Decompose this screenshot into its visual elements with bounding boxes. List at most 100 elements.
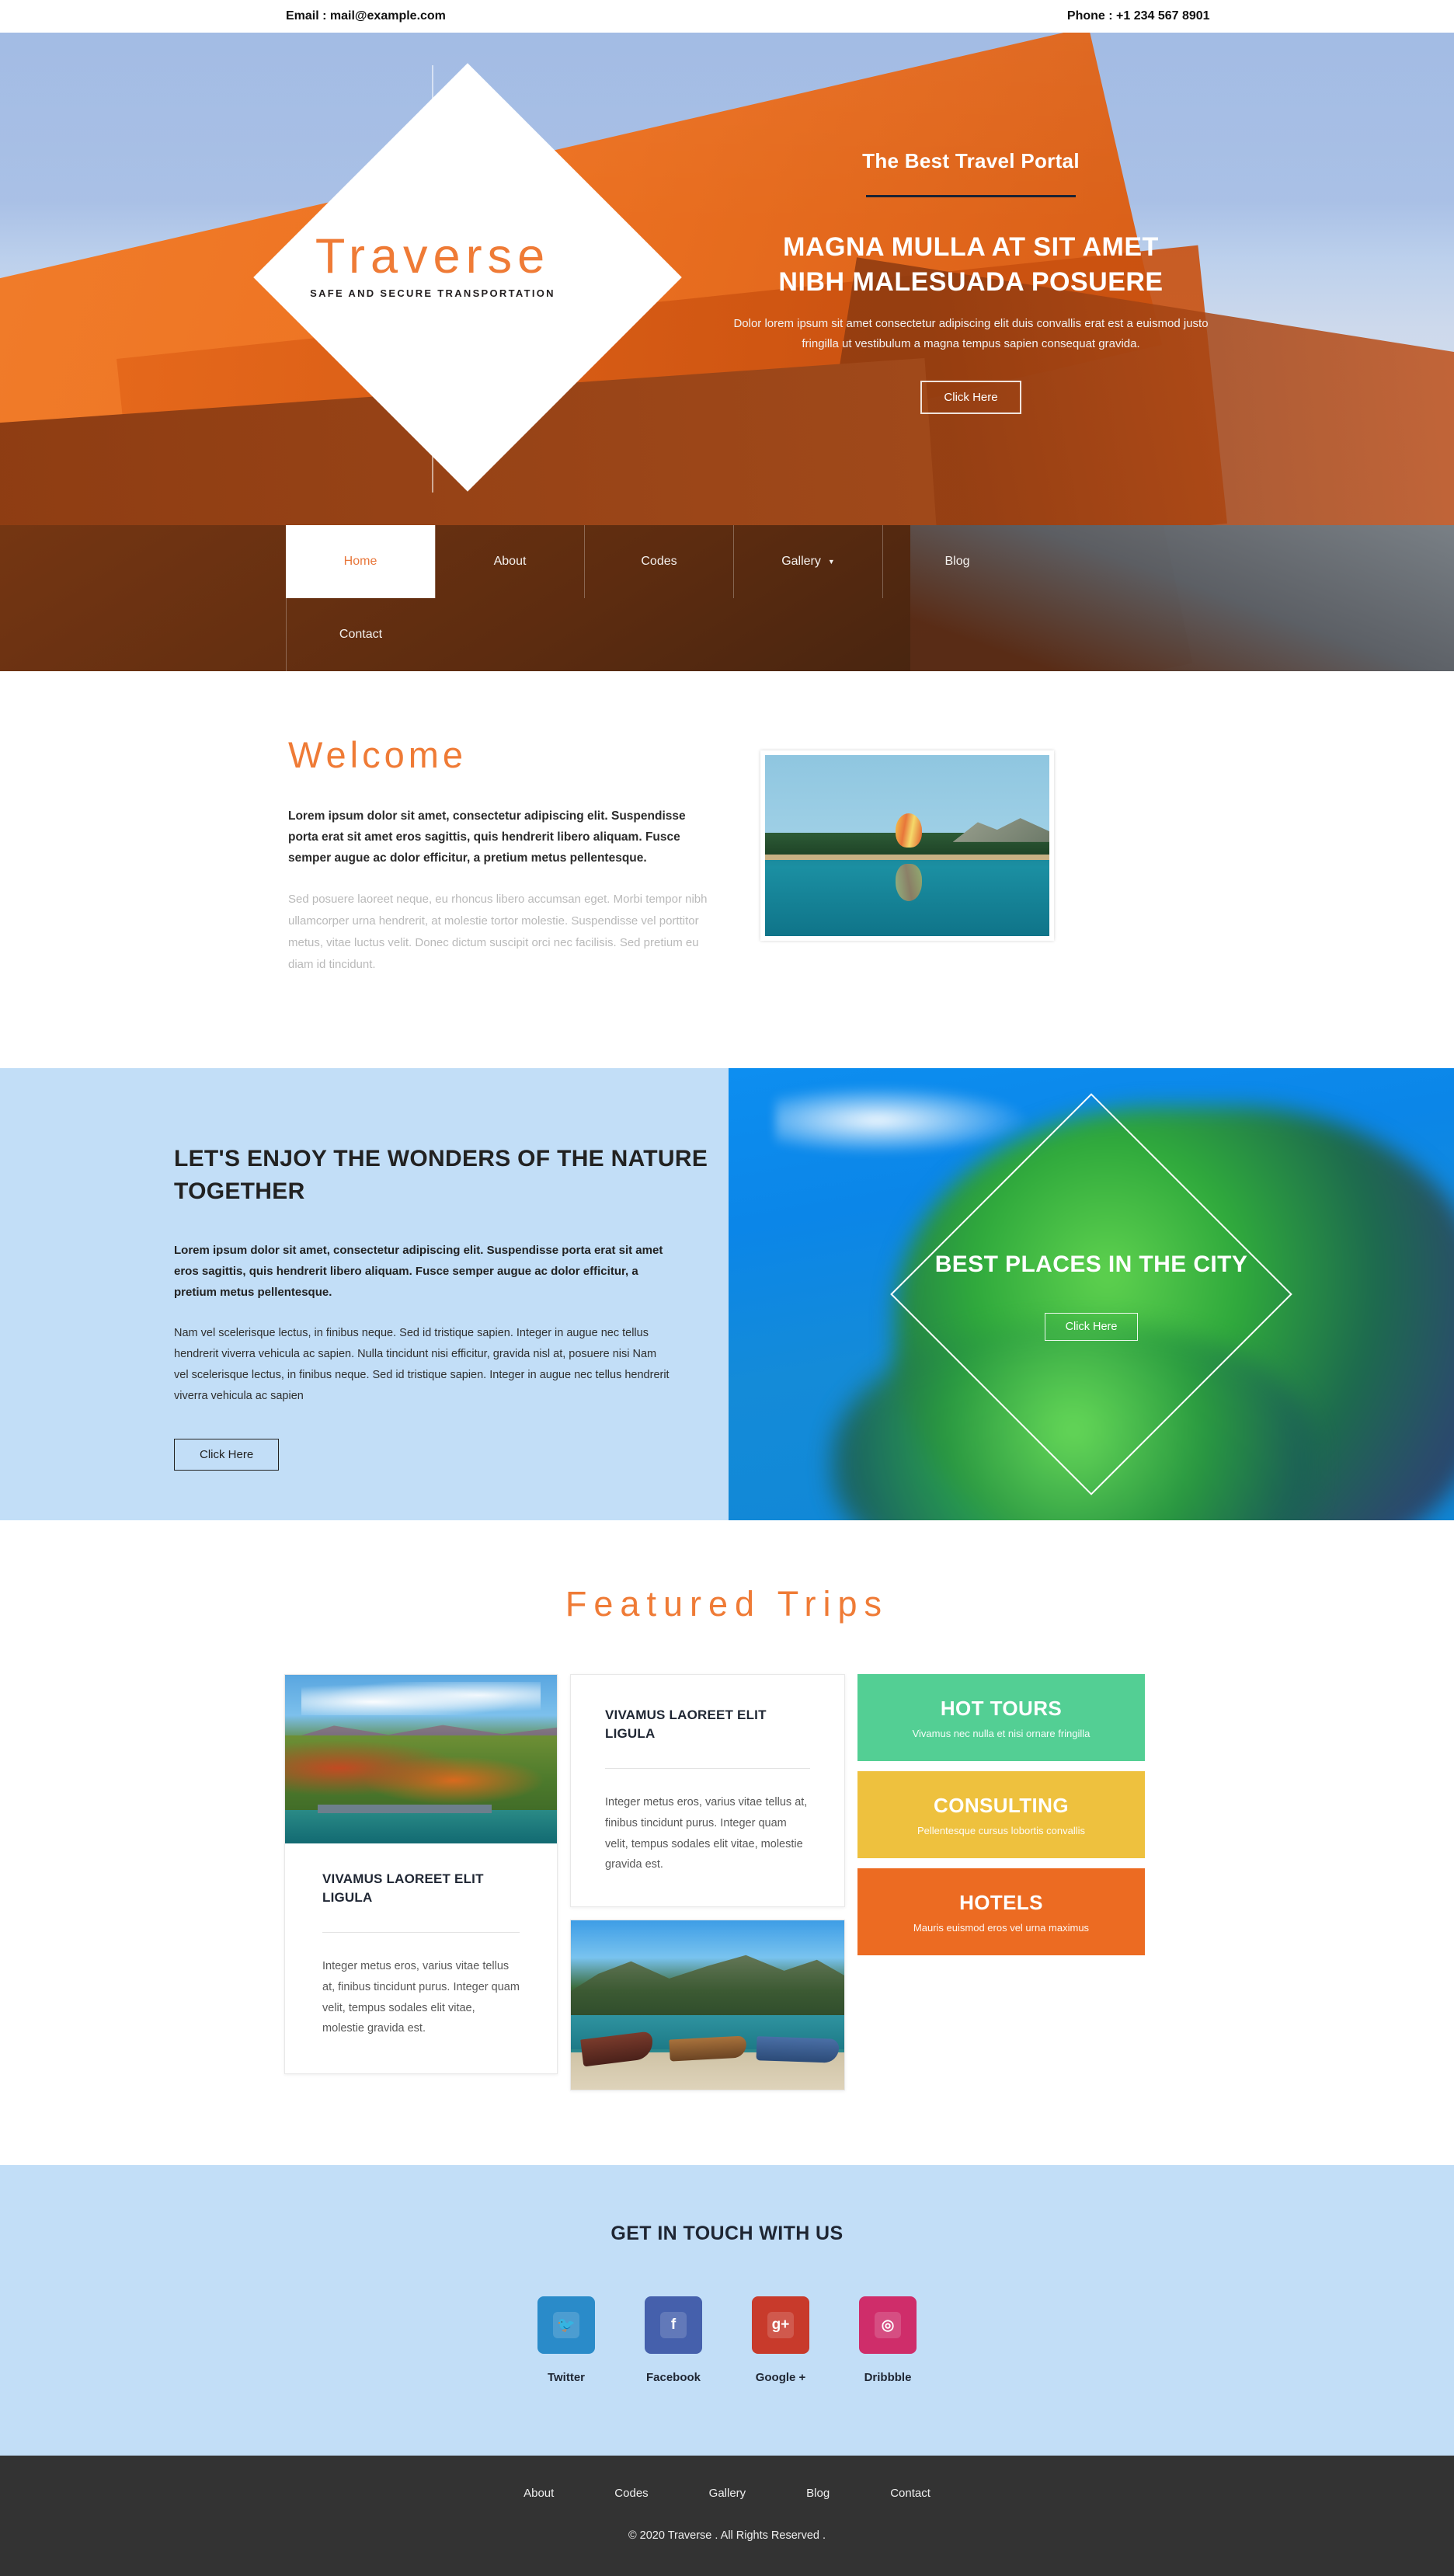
boat-shape-3 xyxy=(756,2035,840,2063)
chevron-down-icon: ▼ xyxy=(827,558,835,566)
footer-navigation: About Codes Gallery Blog Contact xyxy=(0,2487,1454,2500)
trip-card-left-divider xyxy=(322,1931,520,1933)
footer-link-gallery[interactable]: Gallery xyxy=(709,2487,746,2500)
footer-link-contact[interactable]: Contact xyxy=(890,2487,930,2500)
welcome-balloon-image xyxy=(760,750,1054,941)
service-title: CONSULTING xyxy=(934,1793,1069,1817)
social-link-twitter[interactable]: 🐦 Twitter xyxy=(537,2296,595,2384)
social-link-facebook[interactable]: f Facebook xyxy=(645,2296,702,2384)
nav-item-label: About xyxy=(493,555,527,568)
footer-link-codes[interactable]: Codes xyxy=(614,2487,648,2500)
nav-item-label: Contact xyxy=(339,628,383,641)
welcome-image-mountain xyxy=(952,818,1049,842)
social-label: Google + xyxy=(755,2371,806,2385)
trip-card-middle[interactable]: VIVAMUS LAOREET ELIT LIGULA Integer metu… xyxy=(570,1674,845,1908)
trip-card-left[interactable]: VIVAMUS LAOREET ELIT LIGULA Integer metu… xyxy=(284,1674,558,2075)
hero-divider xyxy=(866,195,1076,197)
footer-link-about[interactable]: About xyxy=(524,2487,554,2500)
boat-shape-2 xyxy=(669,2035,746,2062)
welcome-inner: Welcome Lorem ipsum dolor sit amet, cons… xyxy=(280,736,1174,975)
main-navigation: Home About Codes Gallery ▼ Blog Contact xyxy=(0,525,1454,671)
service-box-consulting[interactable]: CONSULTING Pellentesque cursus lobortis … xyxy=(857,1771,1145,1859)
nav-item-label: Blog xyxy=(944,555,970,568)
trip-card-left-text: Integer metus eros, varius vitae tellus … xyxy=(322,1959,520,2035)
trip-card-middle-body: VIVAMUS LAOREET ELIT LIGULA Integer metu… xyxy=(571,1675,844,1906)
hero-heading-line1: MAGNA MULLA AT SIT AMET xyxy=(783,232,1159,262)
nav-item-blog[interactable]: Blog xyxy=(882,525,1031,598)
logo-text-block: Traverse SAFE AND SECURE TRANSPORTATION xyxy=(241,229,624,300)
nav-item-label: Gallery xyxy=(781,555,821,568)
trip-card-middle-text: Integer metus eros, varius vitae tellus … xyxy=(605,1795,808,1871)
autumn-image-bridge xyxy=(318,1805,492,1814)
nav-item-home[interactable]: Home xyxy=(286,525,435,598)
trip-card-middle-image xyxy=(570,1920,845,2091)
wonders-text-panel: LET'S ENJOY THE WONDERS OF THE NATURE TO… xyxy=(0,1068,729,1521)
nav-item-codes[interactable]: Codes xyxy=(584,525,733,598)
promo-cta-button[interactable]: Click Here xyxy=(1044,1313,1139,1342)
wonders-body-paragraph: Nam vel scelerisque lectus, in finibus n… xyxy=(174,1327,670,1402)
wonders-lead-paragraph: Lorem ipsum dolor sit amet, consectetur … xyxy=(174,1244,663,1300)
hero-paragraph: Dolor lorem ipsum sit amet consectetur a… xyxy=(733,316,1209,350)
top-contact-bar: Email : mail@example.com Phone : +1 234 … xyxy=(0,0,1454,33)
trip-card-left-title: VIVAMUS LAOREET ELIT LIGULA xyxy=(322,1871,484,1906)
top-email[interactable]: Email : mail@example.com xyxy=(286,9,446,23)
hero-banner: Traverse SAFE AND SECURE TRANSPORTATION … xyxy=(0,33,1454,525)
trip-card-left-image xyxy=(285,1675,557,1844)
logo-name: Traverse xyxy=(315,229,551,284)
service-subtitle: Mauris euismod eros vel urna maximus xyxy=(913,1921,1090,1934)
social-link-dribbble[interactable]: ◎ Dribbble xyxy=(859,2296,917,2384)
dribbble-button[interactable]: ◎ xyxy=(859,2296,917,2355)
service-title: HOT TOURS xyxy=(940,1696,1063,1720)
site-footer: About Codes Gallery Blog Contact © 2020 … xyxy=(0,2456,1454,2576)
autumn-image-water xyxy=(285,1809,557,1844)
welcome-image-reflection xyxy=(896,863,923,901)
hero-cta-button[interactable]: Click Here xyxy=(920,381,1021,415)
top-phone[interactable]: Phone : +1 234 567 8901 xyxy=(1067,9,1210,23)
service-box-hot-tours[interactable]: HOT TOURS Vivamus nec nulla et nisi orna… xyxy=(857,1674,1145,1762)
trip-card-middle-title: VIVAMUS LAOREET ELIT LIGULA xyxy=(605,1707,767,1742)
wonders-heading: LET'S ENJOY THE WONDERS OF THE NATURE TO… xyxy=(174,1146,708,1204)
footer-link-blog[interactable]: Blog xyxy=(806,2487,830,2500)
nav-item-gallery[interactable]: Gallery ▼ xyxy=(733,525,882,598)
welcome-body-paragraph: Sed posuere laoreet neque, eu rhoncus li… xyxy=(288,893,708,971)
site-logo[interactable]: Traverse SAFE AND SECURE TRANSPORTATION xyxy=(241,63,682,493)
promo-heading: BEST PLACES IN THE CITY xyxy=(934,1251,1248,1277)
featured-column-services: HOT TOURS Vivamus nec nulla et nisi orna… xyxy=(857,1674,1145,1956)
wonders-cta-button[interactable]: Click Here xyxy=(174,1439,280,1471)
social-label: Twitter xyxy=(547,2371,586,2385)
welcome-lead-paragraph: Lorem ipsum dolor sit amet, consectetur … xyxy=(288,809,686,865)
social-link-google-plus[interactable]: g+ Google + xyxy=(752,2296,809,2384)
nav-items: Home About Codes Gallery ▼ Blog Contact xyxy=(286,525,1031,671)
featured-column-left: VIVAMUS LAOREET ELIT LIGULA Integer metu… xyxy=(284,1674,558,2075)
nav-item-contact[interactable]: Contact xyxy=(286,598,435,671)
twitter-button[interactable]: 🐦 xyxy=(537,2296,595,2355)
hero-heading-line2: NIBH MALESUADA POSUERE xyxy=(778,266,1164,297)
facebook-button[interactable]: f xyxy=(645,2296,702,2355)
hot-air-balloon-icon xyxy=(896,813,923,848)
wonders-section: LET'S ENJOY THE WONDERS OF THE NATURE TO… xyxy=(0,1068,1454,1521)
nav-item-about[interactable]: About xyxy=(435,525,584,598)
trip-card-left-body: VIVAMUS LAOREET ELIT LIGULA Integer metu… xyxy=(285,1843,557,2073)
google-plus-button[interactable]: g+ xyxy=(752,2296,809,2355)
social-label: Facebook xyxy=(645,2371,701,2385)
wonders-promo-panel: BEST PLACES IN THE CITY Click Here xyxy=(729,1068,1454,1521)
facebook-icon: f xyxy=(660,2312,687,2339)
nav-item-label: Codes xyxy=(641,555,677,568)
welcome-heading: Welcome xyxy=(288,734,468,775)
service-subtitle: Pellentesque cursus lobortis convallis xyxy=(917,1824,1086,1836)
hero-heading: MAGNA MULLA AT SIT AMET NIBH MALESUADA P… xyxy=(699,230,1243,300)
service-box-hotels[interactable]: HOTELS Mauris euismod eros vel urna maxi… xyxy=(857,1868,1145,1956)
boats-image-cliffs xyxy=(571,1955,844,2022)
hero-copy: The Best Travel Portal MAGNA MULLA AT SI… xyxy=(699,149,1243,415)
featured-trips-section: Featured Trips VIVAMUS LAOREET ELIT LIGU… xyxy=(0,1520,1454,2166)
nav-item-label: Home xyxy=(343,555,377,568)
social-links: 🐦 Twitter f Facebook g+ Google + ◎ Dribb… xyxy=(0,2296,1454,2384)
featured-grid: VIVAMUS LAOREET ELIT LIGULA Integer metu… xyxy=(284,1674,1170,2091)
featured-heading: Featured Trips xyxy=(565,1584,889,1624)
welcome-image-shore xyxy=(765,855,1049,861)
footer-copyright: © 2020 Traverse . All Rights Reserved . xyxy=(628,2529,826,2543)
dribbble-icon: ◎ xyxy=(875,2312,901,2339)
logo-tagline: SAFE AND SECURE TRANSPORTATION xyxy=(310,287,555,299)
trip-card-middle-divider xyxy=(605,1767,810,1769)
welcome-image-column xyxy=(760,736,1056,975)
